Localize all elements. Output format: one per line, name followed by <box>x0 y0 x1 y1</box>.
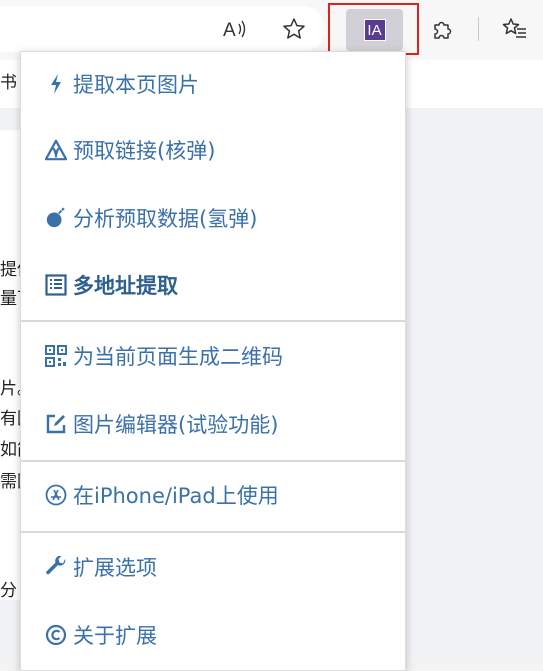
menu-item-label: 多地址提取 <box>73 274 178 298</box>
extension-ia-button[interactable]: IA <box>346 9 403 51</box>
menu-item-generate-qrcode[interactable]: 为当前页面生成二维码 <box>21 326 405 386</box>
extension-highlight: IA <box>328 3 419 55</box>
toolbar-divider <box>478 17 479 41</box>
menu-item-label: 扩展选项 <box>73 556 157 580</box>
menu-item-extract-images[interactable]: 提取本页图片 <box>21 54 405 114</box>
menu-item-label: 提取本页图片 <box>73 73 199 97</box>
menu-item-label: 为当前页面生成二维码 <box>73 345 283 369</box>
menu-item-extension-options[interactable]: 扩展选项 <box>21 537 405 597</box>
wrench-icon <box>45 556 67 578</box>
page-text-fragment: 量下 <box>0 289 22 309</box>
menu-separator <box>21 531 405 533</box>
page-text-fragment: 有图 <box>0 409 22 429</box>
page-text-fragment: 需图 <box>0 472 22 492</box>
menu-item-label: 预取链接(核弹) <box>73 139 216 163</box>
page-text-fragment: 如简 <box>0 440 22 460</box>
menu-separator <box>21 460 405 462</box>
page-text-fragment: 提供 <box>0 260 22 280</box>
address-bar[interactable] <box>0 6 325 52</box>
menu-item-about-extension[interactable]: 关于扩展 <box>21 605 405 665</box>
extension-dropdown-menu: 提取本页图片 预取链接(核弹) 分析预取数据(氢弹) 多地址提取 为当前页面生成… <box>20 51 406 671</box>
menu-item-label: 图片编辑器(试验功能) <box>73 413 279 437</box>
menu-item-analyze-prefetch[interactable]: 分析预取数据(氢弹) <box>21 188 405 248</box>
menu-item-multi-url-extract[interactable]: 多地址提取 <box>21 255 405 315</box>
extensions-puzzle-icon[interactable] <box>427 14 457 44</box>
extension-ia-icon: IA <box>363 19 386 41</box>
menu-separator <box>21 320 405 322</box>
page-text-fragment: 分 <box>0 581 17 601</box>
menu-item-use-on-ios[interactable]: 在iPhone/iPad上使用 <box>21 465 405 525</box>
edit-icon <box>45 413 67 435</box>
menu-item-prefetch-links[interactable]: 预取链接(核弹) <box>21 120 405 180</box>
copyright-icon <box>45 624 67 646</box>
read-aloud-icon[interactable]: A <box>220 14 250 44</box>
menu-item-image-editor[interactable]: 图片编辑器(试验功能) <box>21 394 405 454</box>
radiation-warning-icon <box>45 139 67 161</box>
appstore-icon <box>45 484 67 506</box>
bomb-icon <box>45 207 67 229</box>
favorite-star-icon[interactable] <box>279 14 309 44</box>
svg-text:A: A <box>223 20 236 40</box>
bolt-icon <box>45 73 67 95</box>
menu-item-label: 分析预取数据(氢弹) <box>73 207 258 231</box>
list-document-icon <box>45 274 67 296</box>
menu-item-label: 在iPhone/iPad上使用 <box>73 484 279 508</box>
page-text-fragment: 片。 <box>0 379 22 399</box>
favorites-list-icon[interactable] <box>500 14 530 44</box>
qrcode-icon <box>45 345 67 367</box>
page-text-fragment: 书 <box>0 73 17 93</box>
menu-item-label: 关于扩展 <box>73 624 157 648</box>
page-content <box>0 130 22 600</box>
